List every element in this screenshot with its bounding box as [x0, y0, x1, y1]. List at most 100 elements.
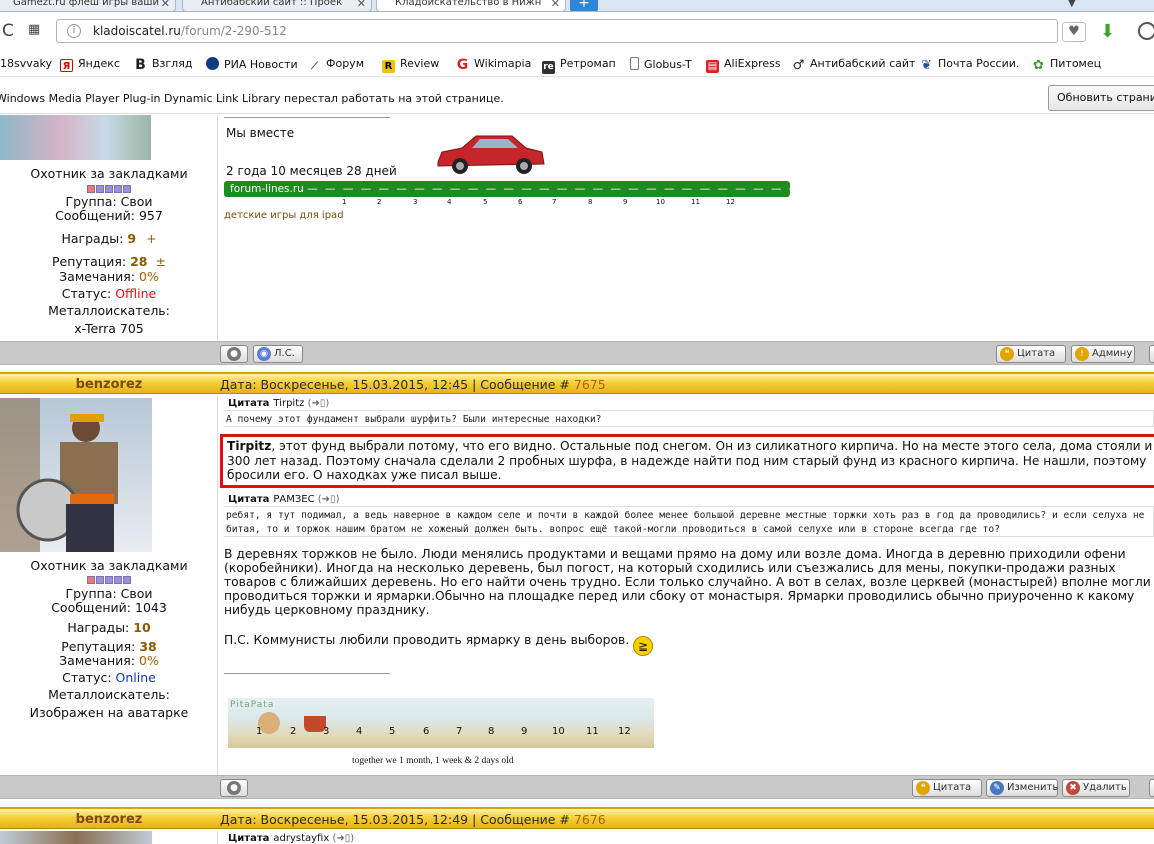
heart-icon[interactable]: ♥ [1062, 22, 1086, 42]
awards-link[interactable]: 9 [127, 231, 136, 246]
highlighted-reply: Tirpitz, этот фунд выбрали потому, что е… [220, 434, 1154, 488]
user-warnings: Замечания: 0% [59, 653, 159, 668]
post-ps: П.С. Коммунисты любили проводить ярмарку… [224, 633, 1154, 656]
quote-body: А почему этот фундамент выбрали шурфить?… [224, 410, 1154, 427]
profile-button[interactable]: ● [220, 345, 248, 363]
quote-button[interactable]: ❝ Цитата [912, 779, 982, 797]
bookmark-item[interactable]: Я Яндекс [60, 57, 120, 72]
user-messages: Сообщений: 957 [55, 208, 163, 223]
bookmark-item[interactable]: ✿ Питомец [1032, 57, 1101, 72]
add-award-button[interactable]: + [146, 231, 156, 246]
tab-bar: Gamezt.ru флеш игры ваши ✕ Антибабский са… [0, 0, 1154, 12]
laughing-smiley-icon: ≧ [633, 636, 654, 656]
close-icon[interactable]: ✕ [357, 0, 366, 10]
quote-icon: ❝ [1000, 347, 1014, 361]
url-path: /forum/2-290-512 [180, 24, 287, 38]
change-reputation-button[interactable]: ± [156, 254, 166, 269]
post-body: В деревнях торжков не было. Люди менялис… [224, 547, 1151, 617]
url-bar[interactable]: i kladoiscatel.ru/forum/2-290-512 [56, 19, 1058, 43]
author-sidebar: Охотник за закладками Группа: Свои Сообщ… [0, 115, 218, 341]
post-date: Дата: Воскресенье, 15.03.2015, 12:49 | С… [220, 812, 606, 827]
report-admin-button[interactable]: ! Админу [1071, 345, 1135, 363]
post-author[interactable]: benzorez [0, 377, 218, 392]
quote-icon: ❝ [916, 781, 930, 795]
signature-divider [224, 673, 390, 674]
info-icon[interactable]: i [67, 24, 81, 38]
bookmark-item[interactable]: ♂ Антибабский сайт [792, 57, 916, 72]
apps-grid-icon[interactable]: ▦ [28, 22, 40, 37]
user-awards: Награды: 9 + [61, 231, 157, 246]
tab-kladoiscatel[interactable]: Кладоискательство в Нижн ✕ [376, 0, 566, 11]
new-tab-button[interactable]: + [570, 0, 598, 11]
user-messages: Сообщений: 1043 [51, 600, 167, 615]
avatar[interactable] [0, 398, 152, 552]
user-awards: Награды: 10 [67, 620, 151, 635]
post-actions-bar: ● ◉ Л.С. ❝ Цитата ! Админу [0, 341, 1154, 365]
detector-value: Изображен на аватарке [29, 705, 189, 720]
delete-button[interactable]: ✖ Удалить [1062, 779, 1130, 797]
more-button[interactable] [1149, 779, 1154, 797]
reload-page-button[interactable]: Обновить страницу [1048, 85, 1154, 111]
yandex-icon: Я [60, 59, 73, 72]
url-domain: kladoiscatel.ru [93, 24, 181, 38]
aliexpress-icon: ▤ [706, 60, 719, 73]
reputation-link[interactable]: 28 [130, 254, 147, 269]
chevron-down-icon[interactable]: ▼ [1068, 0, 1076, 9]
reload-icon[interactable]: C [2, 21, 14, 41]
reply-mention: Tirpitz [227, 439, 272, 453]
download-icon[interactable]: ⬇ [1100, 21, 1115, 42]
close-icon[interactable]: ✕ [161, 0, 170, 10]
post-number-link[interactable]: 7675 [574, 377, 606, 392]
sig-progress-bar: forum-lines.ru — — — — — — — — — — — — —… [224, 181, 790, 197]
retromap-icon: re [542, 61, 555, 74]
bookmark-item[interactable]: R Review [382, 57, 439, 73]
ticker-brand: PitaPata [230, 700, 275, 710]
sig-duration: 2 года 10 месяцев 28 дней [226, 164, 397, 178]
sidebar-border [217, 831, 218, 844]
menu-icon[interactable] [1138, 22, 1154, 40]
user-group: Группа: Свои [65, 586, 153, 601]
user-reputation: Репутация: 28 ± [52, 254, 166, 269]
bookmark-item[interactable]: ❦ Почта России. [920, 57, 1019, 72]
more-button[interactable] [1149, 345, 1154, 363]
private-message-button[interactable]: ◉ Л.С. [253, 345, 303, 363]
quote-button[interactable]: ❝ Цитата [996, 345, 1066, 363]
signature-divider [224, 117, 390, 118]
sig-link[interactable]: детские игры для ipad [224, 210, 344, 221]
post-number-link[interactable]: 7676 [574, 812, 606, 827]
awards-link[interactable]: 10 [133, 620, 150, 635]
bookmark-item[interactable]: G Wikimapia [456, 57, 532, 73]
forum-icon: ⟋ [311, 61, 318, 72]
post-date: Дата: Воскресенье, 15.03.2015, 12:45 | С… [220, 377, 606, 392]
profile-button[interactable]: ● [220, 779, 248, 797]
reputation-link[interactable]: 38 [139, 639, 156, 654]
bookmark-item[interactable]: Globus-T [630, 57, 692, 71]
post-header: benzorez Дата: Воскресенье, 15.03.2015, … [0, 372, 1154, 394]
bookmark-item[interactable]: re Ретромап [542, 57, 616, 74]
detector-label: Металлоискатель: [48, 303, 170, 318]
quote-source-icon[interactable]: (➜▯) [308, 398, 330, 409]
edit-button[interactable]: ✎ Изменить [986, 779, 1058, 797]
quote-source-icon[interactable]: (➜▯) [318, 494, 340, 505]
tab-gamezt[interactable]: Gamezt.ru флеш игры ваши ✕ [0, 0, 176, 11]
avatar[interactable] [0, 115, 151, 160]
bookmark-item[interactable]: B Взгляд [134, 57, 192, 72]
pitapata-ticker[interactable]: PitaPata 1 2 3 4 5 6 7 8 9 10 11 12 [228, 698, 654, 748]
bookmark-item[interactable]: ⟋ Форум [308, 57, 364, 73]
author-sidebar: Охотник за закладками Группа: Свои Сообщ… [0, 396, 218, 775]
bookmark-item[interactable]: ▤ AliExpress [706, 57, 781, 73]
signature-banner[interactable]: Мы вместе 2 года 10 месяцев 28 дней foru… [224, 120, 790, 200]
vzglyad-icon: B [135, 57, 146, 73]
quote-header: Цитата РАМЗЕС (➜▯) [228, 494, 340, 505]
quote-source-icon[interactable]: (➜▯) [332, 833, 354, 844]
ria-icon [206, 57, 219, 70]
wikimapia-icon: G [456, 57, 469, 73]
post-author[interactable]: benzorez [0, 812, 218, 827]
bookmark-item[interactable]: РИА Новости [206, 57, 298, 71]
avatar[interactable] [0, 831, 152, 844]
tab-antibab[interactable]: Антибабский сайт :: Проек ✕ [182, 0, 372, 11]
close-icon[interactable]: ✕ [551, 0, 560, 10]
plugin-message: Windows Media Player Plug-in Dynamic Lin… [0, 92, 504, 105]
bookmark-item[interactable]: 18svvaky [0, 57, 52, 70]
eraser-icon: ✖ [1066, 781, 1080, 795]
